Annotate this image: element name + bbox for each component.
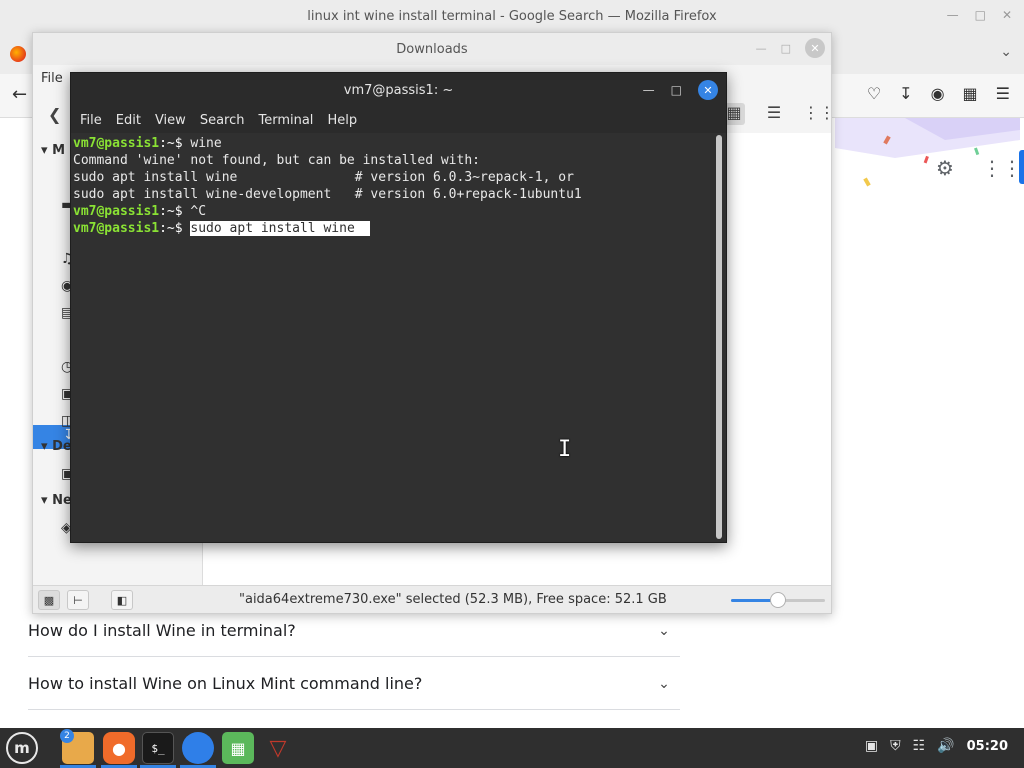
back-arrow-icon[interactable]: ← (12, 84, 27, 105)
minimize-icon[interactable]: — (643, 83, 655, 97)
settings-gear-icon[interactable]: ⚙ (936, 156, 954, 180)
menu-search[interactable]: Search (200, 113, 245, 128)
volume-icon[interactable]: 🔊 (937, 738, 954, 754)
faq-question: How to install Wine on Linux Mint comman… (28, 674, 423, 693)
list-view-icon[interactable]: ☰ (763, 103, 785, 125)
list-all-tabs-icon[interactable]: ⌄ (1000, 44, 1012, 60)
chevron-down-icon[interactable]: ⌄ (648, 668, 680, 700)
sidebar-section-my-computer[interactable]: ▾ M (41, 143, 65, 158)
downloads-title-bar: Downloads — □ ✕ (33, 33, 831, 65)
maximize-icon[interactable]: □ (975, 8, 986, 22)
show-treeview-icon[interactable]: ⊢ (67, 590, 89, 610)
status-text: "aida64extreme730.exe" selected (52.3 MB… (239, 592, 667, 607)
hamburger-menu-icon[interactable]: ☰ (996, 84, 1010, 103)
system-tray: ▣ ⛨ ☷ 🔊 05:20 (865, 738, 1008, 754)
menu-view[interactable]: View (155, 113, 186, 128)
prompt-path: :~$ (159, 136, 191, 151)
firefox-icon[interactable]: ● (103, 732, 135, 764)
command-text: ^C (190, 204, 207, 219)
firefox-window-title: linux int wine install terminal - Google… (307, 8, 717, 24)
prompt-user: vm7@passis1 (73, 136, 160, 151)
menu-file[interactable]: File (41, 71, 63, 86)
taskbar-panel: m 2 ● $_ ▦ ▽ ▣ ⛨ ☷ 🔊 05:20 (0, 728, 1024, 768)
command-text: wine (190, 136, 222, 151)
google-apps-grid-icon[interactable]: ⋮⋮⋮ (982, 156, 1024, 180)
close-icon[interactable]: ✕ (698, 80, 718, 100)
terminal-window-title: vm7@passis1: ~ (343, 82, 454, 98)
sign-in-button-edge[interactable] (1019, 150, 1024, 184)
prompt-user: vm7@passis1 (73, 204, 160, 219)
terminal-line: vm7@passis1:~$ sudo apt install wine (73, 220, 713, 237)
terminal-line: vm7@passis1:~$ wine (73, 135, 713, 152)
maximize-icon[interactable]: □ (781, 42, 791, 55)
text-cursor-icon: I (558, 437, 572, 462)
selected-command-text[interactable]: sudo apt install wine (190, 221, 363, 236)
terminal-line: sudo apt install wine-development # vers… (73, 187, 582, 202)
sidebar-section-devices[interactable]: ▾ De (41, 439, 72, 454)
faq-item[interactable]: How to install Wine on Linux Mint comman… (28, 658, 680, 710)
menu-terminal[interactable]: Terminal (258, 113, 313, 128)
terminal-icon[interactable]: $_ (142, 732, 174, 764)
clock[interactable]: 05:20 (967, 739, 1008, 754)
back-arrow-icon[interactable]: ❮ (48, 105, 61, 124)
minimize-icon[interactable]: — (756, 42, 767, 55)
downloads-window-title: Downloads (396, 41, 468, 57)
firefox-toolbar-icons: ♡ ↧ ◉ ▦ ☰ (867, 84, 1010, 103)
menu-file[interactable]: File (80, 113, 102, 128)
terminal-window-controls: — □ ✕ (643, 80, 718, 100)
shield-icon[interactable]: ⛨ (890, 738, 901, 754)
sidebar-section-network[interactable]: ▾ Ne (41, 493, 72, 508)
terminal-menu-bar: File Edit View Search Terminal Help (71, 107, 726, 133)
bluetooth-app-icon[interactable] (182, 732, 214, 764)
prompt-user: vm7@passis1 (73, 221, 160, 236)
terminal-line: vm7@passis1:~$ ^C (73, 203, 713, 220)
terminal-window: vm7@passis1: ~ — □ ✕ File Edit View Sear… (70, 72, 727, 543)
network-icon[interactable]: ☷ (913, 738, 926, 754)
maximize-icon[interactable]: □ (671, 83, 682, 97)
firefox-window-controls: — □ ✕ (947, 8, 1012, 22)
extensions-icon[interactable]: ▦ (963, 84, 978, 103)
cursor-block (362, 221, 371, 236)
pocket-icon[interactable]: ♡ (867, 84, 881, 103)
close-icon[interactable]: ✕ (805, 38, 825, 58)
chevron-down-icon[interactable]: ⌄ (648, 615, 680, 647)
show-places-icon[interactable]: ▩ (38, 590, 60, 610)
downloads-window-controls: — □ ✕ (756, 38, 825, 58)
view-mode-buttons: ▦ ☰ ⋮⋮ (723, 103, 835, 125)
terminal-output[interactable]: vm7@passis1:~$ wine Command 'wine' not fo… (71, 133, 715, 543)
google-header-icons: ⚙ ⋮⋮⋮ (936, 156, 1024, 180)
compact-view-icon[interactable]: ⋮⋮ (803, 103, 835, 125)
zoom-slider-handle[interactable] (770, 592, 786, 608)
mint-menu-icon[interactable]: m (6, 732, 38, 764)
terminal-line: Command 'wine' not found, but can be ins… (73, 153, 480, 168)
downloads-icon[interactable]: ↧ (899, 84, 912, 103)
zoom-slider[interactable] (731, 592, 825, 608)
wine-glass-icon[interactable]: ▽ (262, 732, 294, 764)
close-icon[interactable]: ✕ (1002, 8, 1012, 22)
terminal-line: sudo apt install wine # version 6.0.3~re… (73, 170, 574, 185)
hide-sidebar-icon[interactable]: ◧ (111, 590, 133, 610)
account-icon[interactable]: ◉ (931, 84, 945, 103)
update-manager-icon[interactable]: ▣ (865, 738, 878, 754)
prompt-path: :~$ (159, 221, 191, 236)
terminal-title-bar: vm7@passis1: ~ — □ ✕ (71, 73, 726, 107)
firefox-title-bar: linux int wine install terminal - Google… (0, 0, 1024, 32)
menu-edit[interactable]: Edit (116, 113, 141, 128)
prompt-path: :~$ (159, 204, 191, 219)
spreadsheet-icon[interactable]: ▦ (222, 732, 254, 764)
terminal-scrollbar[interactable] (716, 135, 722, 539)
minimize-icon[interactable]: — (947, 8, 959, 22)
menu-help[interactable]: Help (327, 113, 357, 128)
files-window-count-badge: 2 (60, 729, 74, 743)
firefox-tab-favicon-icon (10, 46, 26, 62)
faq-question: How do I install Wine in terminal? (28, 621, 296, 640)
downloads-status-bar: ▩ ⊢ ◧ "aida64extreme730.exe" selected (5… (33, 585, 831, 613)
